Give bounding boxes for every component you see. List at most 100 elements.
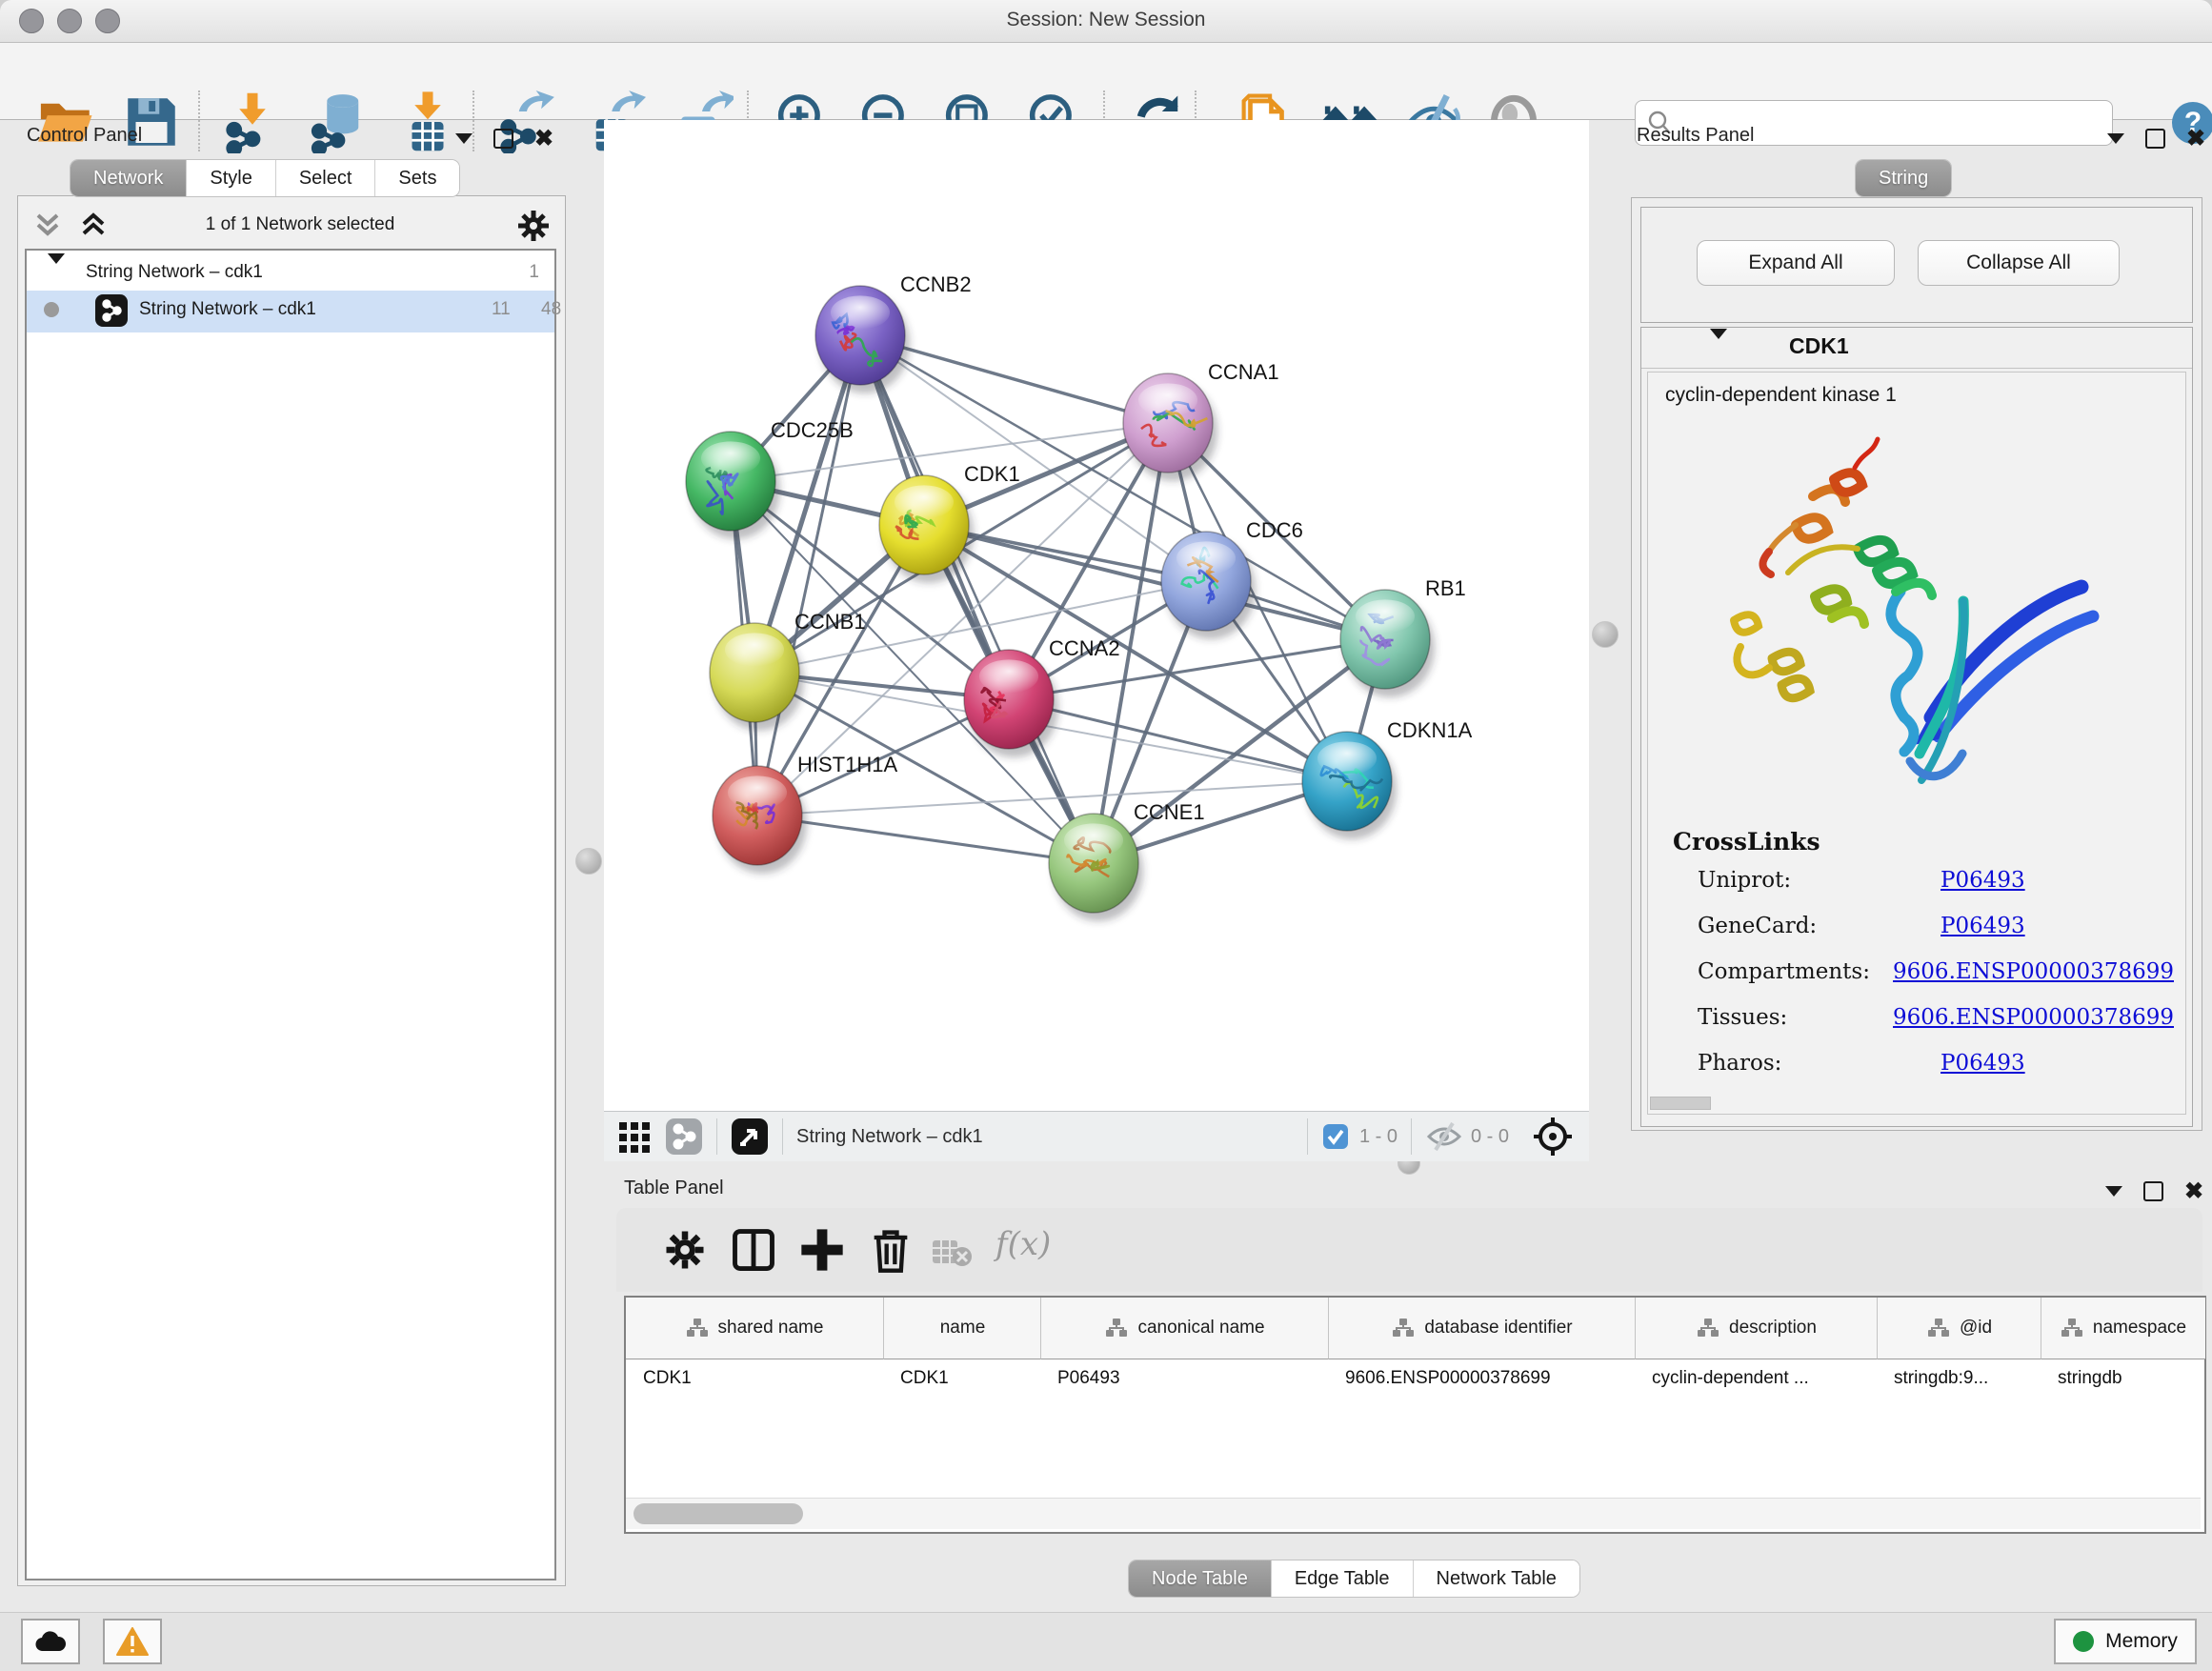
control-panel-collapse-icon[interactable] bbox=[455, 133, 473, 144]
protein-structure-image bbox=[1681, 430, 2101, 811]
warning-icon bbox=[116, 1627, 149, 1656]
control-panel-tabs: NetworkStyleSelectSets bbox=[70, 160, 459, 196]
column-header-databaseidentifier[interactable]: database identifier bbox=[1328, 1298, 1636, 1359]
cloud-button[interactable] bbox=[21, 1619, 80, 1664]
grid-view-icon[interactable] bbox=[617, 1118, 654, 1155]
crosslink-value-link[interactable]: 9606.ENSP00000378699 bbox=[1893, 959, 2174, 984]
table-panel-title: Table Panel bbox=[624, 1178, 724, 1199]
results-panel-float-icon[interactable] bbox=[2145, 129, 2165, 149]
network-node-cdkn1a[interactable]: CDKN1A bbox=[1302, 718, 1473, 839]
crosslink-value-link[interactable]: P06493 bbox=[1941, 1051, 2025, 1076]
table-cell[interactable]: stringdb:9... bbox=[1894, 1368, 2029, 1389]
collection-label: String Network – cdk1 bbox=[86, 262, 263, 283]
collection-expand-icon[interactable] bbox=[48, 264, 65, 285]
tab-node-table[interactable]: Node Table bbox=[1129, 1560, 1272, 1597]
string-badge-icon[interactable] bbox=[665, 1117, 703, 1156]
network-edge[interactable] bbox=[860, 335, 1094, 863]
network-row-selected[interactable]: String Network – cdk1 11 48 bbox=[27, 291, 554, 332]
network-options-gear-icon[interactable] bbox=[514, 207, 553, 245]
gene-entry-box: CDK1 cyclin-dependent kinase 1 bbox=[1640, 327, 2193, 1127]
table-cell[interactable]: 9606.ENSP00000378699 bbox=[1345, 1368, 1623, 1389]
network-node-count: 11 bbox=[492, 299, 511, 320]
expand-all-chevron-icon[interactable] bbox=[78, 210, 116, 242]
results-scrollbar-nub[interactable] bbox=[1650, 1097, 1711, 1110]
right-splitter-handle[interactable] bbox=[1592, 621, 1619, 648]
table-cell[interactable]: cyclin-dependent ... bbox=[1652, 1368, 1865, 1389]
collapse-all-chevron-icon[interactable] bbox=[32, 210, 70, 242]
column-header-namespace[interactable]: namespace bbox=[2041, 1298, 2205, 1359]
table-panel-collapse-icon[interactable] bbox=[2105, 1186, 2122, 1197]
window-title: Session: New Session bbox=[0, 9, 2212, 31]
column-header-description[interactable]: description bbox=[1635, 1298, 1878, 1359]
expand-collapse-box: Expand All Collapse All bbox=[1640, 207, 2193, 323]
network-node-cdk1[interactable]: CDK1 bbox=[879, 462, 1020, 583]
gene-description: cyclin-dependent kinase 1 bbox=[1665, 384, 1897, 407]
column-header-canonicalname[interactable]: canonical name bbox=[1040, 1298, 1329, 1359]
table-hscrollbar-thumb[interactable] bbox=[633, 1503, 803, 1524]
tab-network[interactable]: Network bbox=[70, 160, 187, 196]
gene-detail-box: cyclin-dependent kinase 1 bbox=[1647, 372, 2186, 1115]
network-graph[interactable]: CCNB2 CCNA1 CDC25B CDK1 CDC6 bbox=[604, 120, 1589, 1111]
network-edge[interactable] bbox=[924, 525, 1385, 639]
tab-select[interactable]: Select bbox=[276, 160, 376, 196]
column-header-name[interactable]: name bbox=[883, 1298, 1041, 1359]
column-header-id[interactable]: @id bbox=[1877, 1298, 2041, 1359]
table-toolbar: f(x) bbox=[616, 1208, 2202, 1292]
gene-entry-header[interactable]: CDK1 bbox=[1641, 328, 2192, 369]
tab-sets[interactable]: Sets bbox=[375, 160, 459, 196]
warning-button[interactable] bbox=[103, 1619, 162, 1664]
crosslink-value-link[interactable]: 9606.ENSP00000378699 bbox=[1893, 1005, 2174, 1030]
memory-button[interactable]: Memory bbox=[2054, 1619, 2197, 1664]
left-splitter-handle[interactable] bbox=[575, 848, 602, 875]
column-header-sharedname[interactable]: shared name bbox=[626, 1298, 883, 1359]
table-panel-close-icon[interactable]: ✖ bbox=[2184, 1183, 2203, 1199]
tab-string[interactable]: String bbox=[1856, 160, 1951, 196]
network-edge[interactable] bbox=[757, 335, 860, 815]
network-node-ccnb2[interactable]: CCNB2 bbox=[815, 272, 972, 393]
gene-symbol: CDK1 bbox=[1789, 333, 1849, 359]
table-cell[interactable]: P06493 bbox=[1057, 1368, 1317, 1389]
node-label: CCNB1 bbox=[794, 610, 866, 634]
table-cell[interactable]: stringdb bbox=[2058, 1368, 2193, 1389]
table-hscrollbar[interactable] bbox=[626, 1498, 2201, 1529]
network-collection-row[interactable]: String Network – cdk1 1 bbox=[27, 256, 554, 294]
collapse-all-button[interactable]: Collapse All bbox=[1918, 240, 2120, 286]
tab-style[interactable]: Style bbox=[187, 160, 275, 196]
control-panel-float-icon[interactable] bbox=[493, 129, 513, 149]
network-node-ccna1[interactable]: CCNA1 bbox=[1123, 360, 1279, 481]
control-panel-close-icon[interactable]: ✖ bbox=[534, 131, 553, 147]
add-column-icon[interactable] bbox=[797, 1225, 847, 1275]
birdseye-view-icon[interactable] bbox=[731, 1117, 769, 1156]
selected-checkbox-icon[interactable] bbox=[1321, 1122, 1350, 1151]
network-edge[interactable] bbox=[757, 815, 1094, 863]
delete-table-icon bbox=[931, 1231, 973, 1273]
table-panel-float-icon[interactable] bbox=[2143, 1181, 2163, 1201]
results-panel-collapse-icon[interactable] bbox=[2107, 133, 2124, 144]
title-bar: Session: New Session bbox=[0, 0, 2212, 43]
delete-column-icon[interactable] bbox=[866, 1225, 915, 1275]
tab-network-table[interactable]: Network Table bbox=[1414, 1560, 1579, 1597]
hidden-count: 0 - 0 bbox=[1471, 1126, 1509, 1148]
node-label: CCNB2 bbox=[900, 272, 972, 296]
network-node-rb1[interactable]: RB1 bbox=[1340, 576, 1466, 697]
crosslink-row: Compartments: 9606.ENSP00000378699 bbox=[1698, 959, 2174, 984]
crosshair-icon[interactable] bbox=[1532, 1116, 1574, 1158]
crosslink-value-link[interactable]: P06493 bbox=[1941, 868, 2025, 893]
gene-collapse-icon[interactable] bbox=[1710, 339, 1727, 356]
expand-all-button[interactable]: Expand All bbox=[1697, 240, 1895, 286]
crosslink-value-link[interactable]: P06493 bbox=[1941, 914, 2025, 938]
node-table[interactable]: shared name CDK1 name CDK1 canonical name P06… bbox=[624, 1296, 2206, 1534]
crosslink-label: Tissues: bbox=[1698, 1005, 1893, 1030]
results-panel-close-icon[interactable]: ✖ bbox=[2186, 131, 2205, 147]
table-gear-icon[interactable] bbox=[660, 1225, 710, 1275]
tab-edge-table[interactable]: Edge Table bbox=[1272, 1560, 1414, 1597]
crosslink-label: Compartments: bbox=[1698, 959, 1893, 984]
show-columns-icon[interactable] bbox=[729, 1225, 778, 1275]
network-node-hist1h1a[interactable]: HIST1H1A bbox=[713, 753, 897, 874]
network-canvas[interactable]: CCNB2 CCNA1 CDC25B CDK1 CDC6 bbox=[604, 120, 1589, 1111]
table-cell[interactable]: CDK1 bbox=[643, 1368, 872, 1389]
node-label: CCNE1 bbox=[1134, 800, 1205, 824]
table-cell[interactable]: CDK1 bbox=[900, 1368, 1029, 1389]
status-bar: Memory bbox=[0, 1612, 2212, 1671]
crosslinks-title: CrossLinks bbox=[1673, 828, 1820, 856]
